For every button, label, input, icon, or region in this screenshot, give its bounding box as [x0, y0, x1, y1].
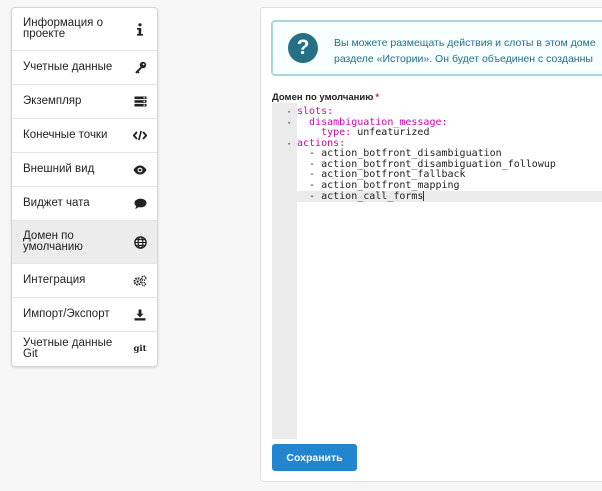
download-icon	[133, 308, 147, 322]
sidebar-item-credentials[interactable]: Учетные данные	[12, 51, 157, 85]
eye-icon	[133, 163, 147, 177]
sidebar-item-label: Внешний вид	[23, 163, 95, 175]
editor-gutter	[272, 103, 297, 439]
cogs-icon	[133, 274, 147, 288]
git-icon: git	[133, 344, 147, 354]
sidebar-item-label: Виджет чата	[23, 197, 90, 209]
text-cursor	[423, 191, 425, 201]
editor-code[interactable]: ▾ slots: ▾ disambiguation_message: type: …	[272, 106, 602, 202]
sidebar-item-chat-widget[interactable]: Виджет чата	[12, 187, 157, 221]
info-icon	[133, 22, 147, 36]
sidebar-item-endpoints[interactable]: Конечные точки	[12, 119, 157, 153]
sidebar-item-label: Информация о проекте	[23, 17, 104, 40]
sidebar-item-label: Экземпляр	[23, 95, 82, 107]
sidebar-item-project-info[interactable]: Информация о проекте	[12, 8, 157, 51]
question-icon: ?	[288, 33, 318, 63]
sidebar-item-import-export[interactable]: Импорт/Экспорт	[12, 298, 157, 332]
required-mark: *	[375, 92, 380, 103]
globe-icon	[133, 235, 147, 249]
fold-arrow-icon[interactable]: ▾	[287, 118, 291, 129]
sidebar-item-appearance[interactable]: Внешний вид	[12, 153, 157, 187]
info-message-line: разделе «Истории». Он будет объединен с …	[334, 53, 593, 65]
code-icon	[133, 129, 147, 143]
code-line: - action_botfront_mapping	[309, 179, 460, 191]
chat-icon	[133, 197, 147, 211]
info-message-line: Вы можете размещать действия и слоты в э…	[334, 37, 596, 49]
key-icon	[133, 61, 147, 75]
domain-yaml-editor[interactable]: ▾ slots: ▾ disambiguation_message: type: …	[272, 103, 602, 439]
settings-page: Информация о проекте Учетные данные Экзе…	[0, 0, 602, 491]
domain-field-label-text: Домен по умолчанию	[272, 92, 374, 103]
server-icon	[133, 95, 147, 109]
sidebar-item-label: Импорт/Экспорт	[23, 308, 110, 320]
sidebar-item-integration[interactable]: Интеграция	[12, 264, 157, 298]
sidebar-item-label: Конечные точки	[23, 129, 108, 141]
fold-arrow-icon[interactable]: ▾	[287, 107, 291, 118]
code-line-active: - action_call_forms	[272, 191, 602, 202]
domain-panel: ? Вы можете размещать действия и слоты в…	[260, 7, 602, 482]
info-message: ? Вы можете размещать действия и слоты в…	[271, 20, 602, 76]
sidebar-item-label: Интеграция	[23, 274, 86, 286]
sidebar-item-label: Домен по умолчанию	[23, 230, 83, 253]
domain-field-label: Домен по умолчанию *	[272, 92, 379, 103]
sidebar-item-label: Учетные данные	[23, 61, 113, 73]
info-message-text: Вы можете размещать действия и слоты в э…	[334, 35, 596, 67]
save-button[interactable]: Сохранить	[272, 444, 357, 471]
sidebar-item-label: Учетные данные Git	[23, 337, 113, 360]
settings-menu: Информация о проекте Учетные данные Экзе…	[11, 7, 158, 367]
sidebar-item-git-credentials[interactable]: Учетные данные Git git	[12, 332, 157, 366]
sidebar-item-instance[interactable]: Экземпляр	[12, 85, 157, 119]
sidebar-item-default-domain[interactable]: Домен по умолчанию	[12, 221, 157, 264]
fold-arrow-icon[interactable]: ▾	[287, 139, 291, 150]
